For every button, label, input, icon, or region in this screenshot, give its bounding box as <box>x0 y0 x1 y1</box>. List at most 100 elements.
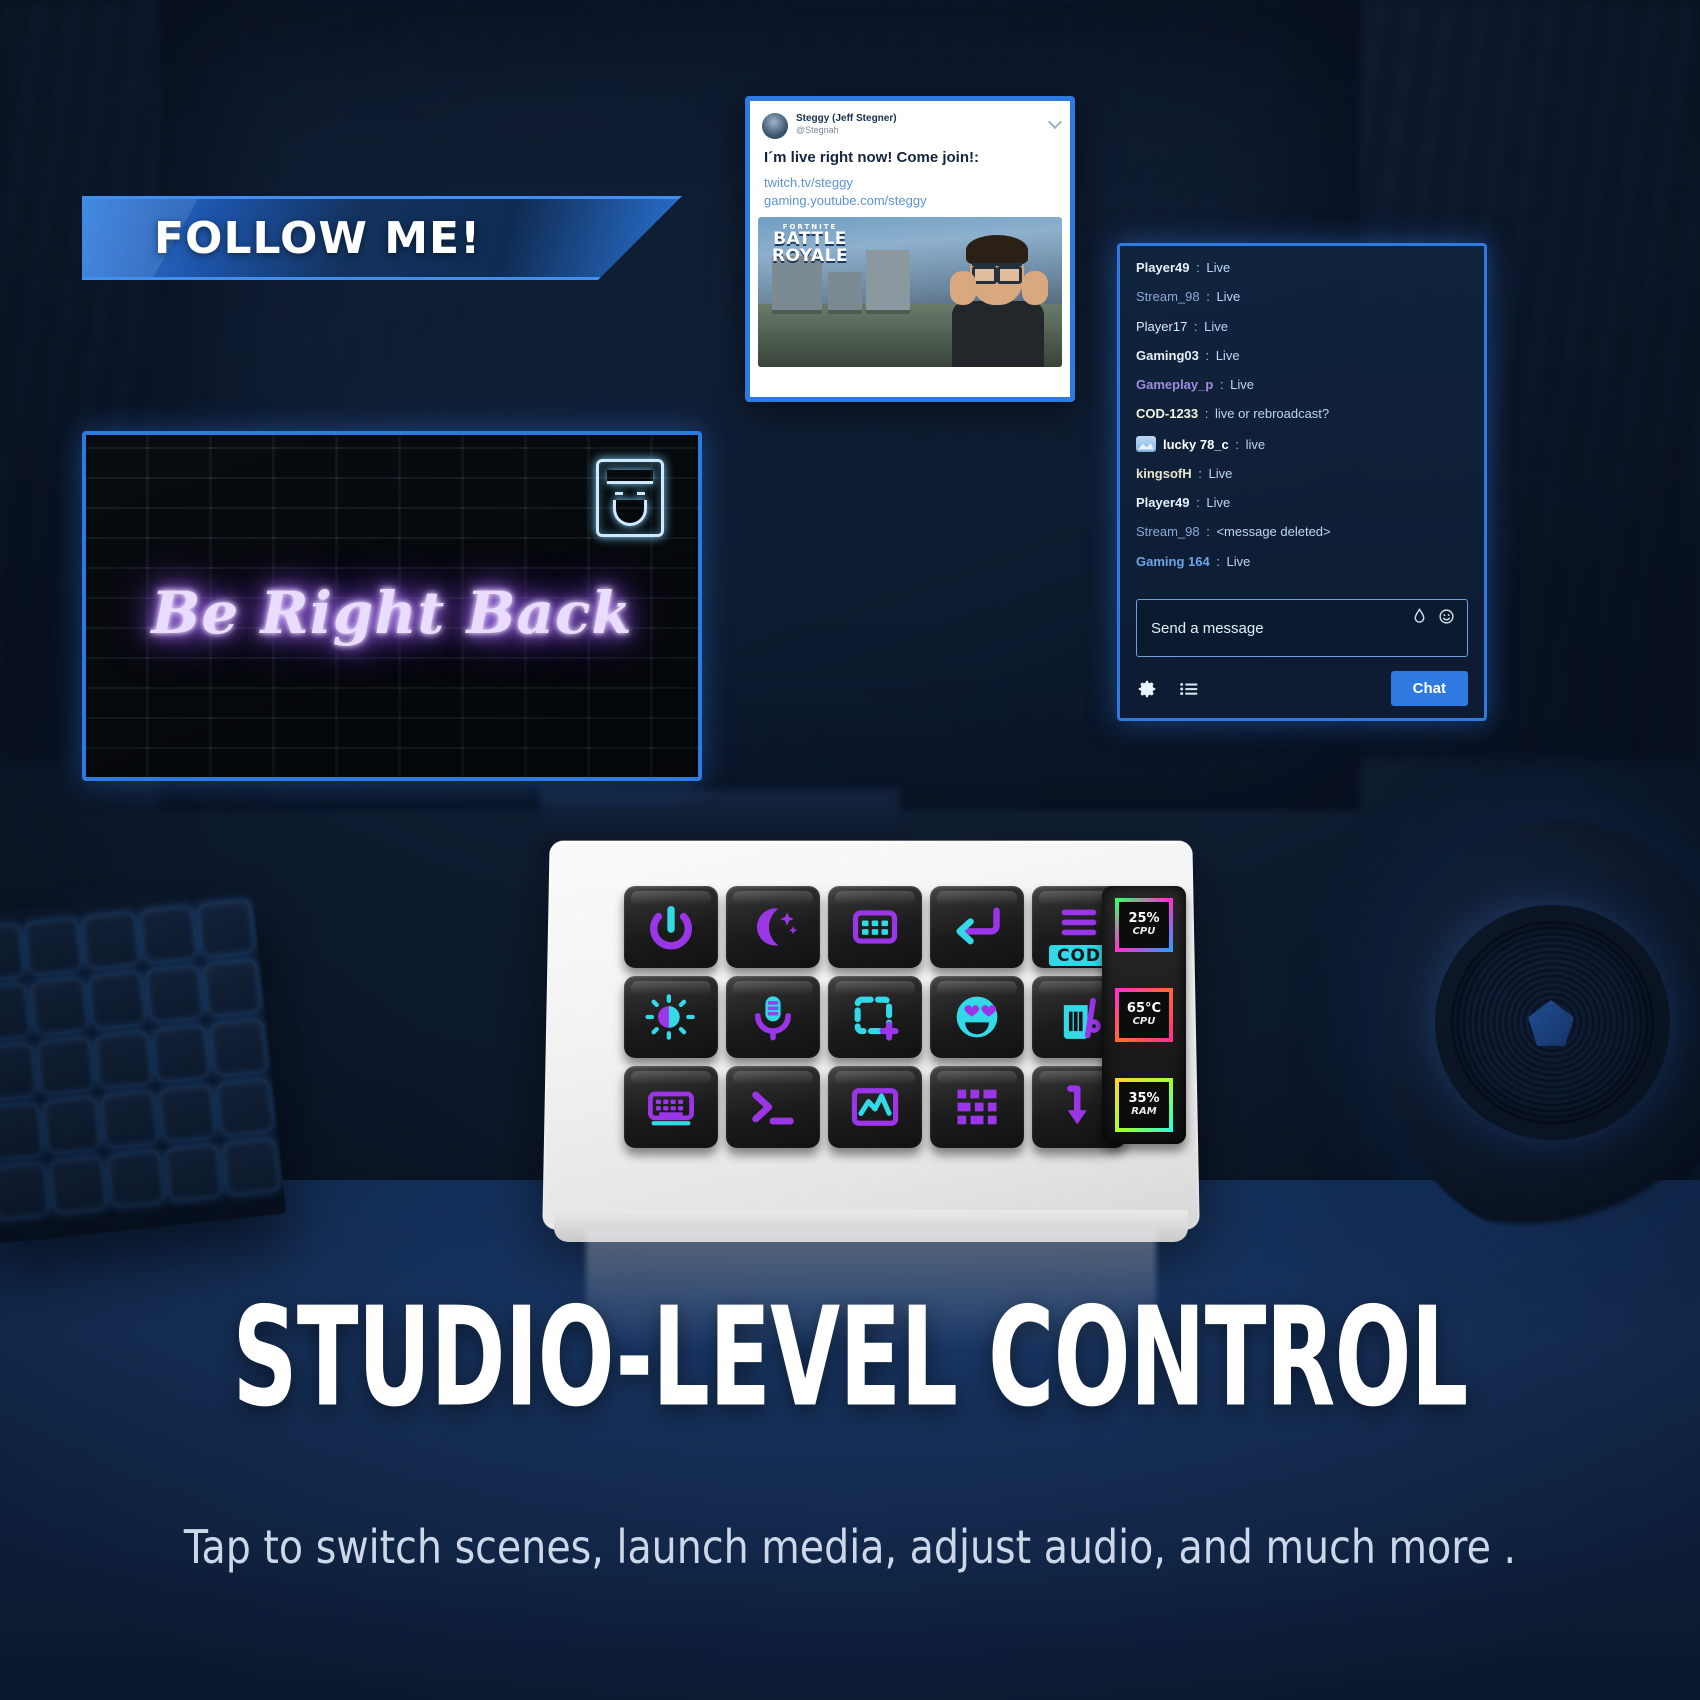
keypad-status-strip[interactable]: 25% CPU 65°C CPU 35% RAM <box>1102 886 1186 1144</box>
chat-separator: : <box>1212 553 1224 569</box>
chat-message-text: Live <box>1215 347 1240 363</box>
pixel-grid-icon <box>957 1089 997 1125</box>
tweet-link-twitch[interactable]: twitch.tv/steggy <box>764 174 1056 192</box>
status-tile-ram-3[interactable]: 35% RAM <box>1115 1078 1173 1132</box>
chat-separator: : <box>1202 289 1214 305</box>
chat-message: Gameplay_p : Live <box>1136 377 1468 393</box>
keypad-key-1[interactable] <box>624 886 718 968</box>
chat-username[interactable]: Player49 <box>1136 495 1190 510</box>
streamer-photo <box>938 227 1058 368</box>
chat-message-text: Live <box>1216 289 1241 305</box>
keypad-key-7[interactable] <box>726 976 820 1058</box>
chat-username[interactable]: Player49 <box>1136 260 1190 275</box>
stream-keypad-device[interactable]: COD 25% CPU 65°C CPU 35% RAM <box>542 838 1200 1350</box>
chat-message: Stream_98 : <message deleted> <box>1136 524 1468 540</box>
chat-username[interactable]: Stream_98 <box>1136 524 1200 539</box>
glasses-icon <box>972 263 1022 285</box>
tweet-display-name: Steggy (Jeff Stegner) <box>796 113 897 124</box>
tweet-handle: @Stegnah <box>796 124 839 135</box>
keypad-key-13[interactable] <box>828 1066 922 1148</box>
keypad-key-4[interactable] <box>930 886 1024 968</box>
chat-input-icon-group <box>1411 608 1455 625</box>
chat-message-text: Live <box>1206 260 1231 275</box>
terminal-icon <box>752 1091 794 1125</box>
moon-sparkle-icon <box>756 908 798 946</box>
chat-message-text: Live <box>1230 377 1255 392</box>
chat-username[interactable]: kingsofH <box>1136 466 1192 481</box>
chat-separator: : <box>1201 347 1213 363</box>
chat-message-list[interactable]: Player49 : Live Stream_98 : Live Player17 … <box>1136 260 1468 599</box>
page-subtitle: Tap to switch scenes, launch media, adju… <box>183 1520 1517 1574</box>
chat-input[interactable]: Send a message <box>1136 599 1468 657</box>
face-hair <box>607 470 653 484</box>
chat-username[interactable]: COD-1233 <box>1136 406 1198 421</box>
power-icon <box>649 905 693 950</box>
tweet-message: I´m live right now! Come join!: <box>764 149 979 166</box>
keypad-key-grid[interactable]: COD <box>624 886 1126 1148</box>
chat-username[interactable]: Gaming03 <box>1136 348 1199 363</box>
face-eye-right <box>637 492 645 495</box>
keypad-key-12[interactable] <box>726 1066 820 1148</box>
keypad-key-14[interactable] <box>930 1066 1024 1148</box>
chat-message-text: Live <box>1226 553 1251 569</box>
chat-separator: : <box>1231 436 1243 452</box>
chat-message-text: Live <box>1208 465 1233 481</box>
chat-username[interactable]: Gaming 164 <box>1136 554 1210 569</box>
follow-me-label: FOLLOW ME! <box>154 212 482 264</box>
chat-message-text: Live <box>1206 495 1231 510</box>
tweet-link-youtube[interactable]: gaming.youtube.com/steggy <box>764 192 1056 210</box>
keypad-key-8[interactable] <box>828 976 922 1058</box>
keypad-key-9[interactable] <box>930 976 1024 1058</box>
person-hand-left <box>950 271 976 306</box>
chevron-down-icon[interactable] <box>1047 114 1063 130</box>
chat-username[interactable]: Gameplay_p <box>1136 377 1213 392</box>
chat-message: Gaming03 : Live <box>1136 348 1468 364</box>
status-tile-cpu-1[interactable]: 25% CPU <box>1115 898 1173 952</box>
keypad-key-label: COD <box>1048 945 1110 966</box>
tweet-media-image[interactable]: FORTNITE BATTLE ROYALE <box>758 217 1062 368</box>
status-tile-border <box>1115 898 1173 952</box>
chat-message: Player17 : Live <box>1136 319 1468 335</box>
chat-separator: : <box>1202 524 1214 540</box>
media-building <box>866 250 910 311</box>
chat-separator: : <box>1190 318 1202 334</box>
chat-toolbar: Chat <box>1136 671 1468 706</box>
keypad-key-3[interactable] <box>828 886 922 968</box>
tweet-card[interactable]: Steggy (Jeff Stegner) @Stegnah I´m live … <box>745 96 1075 402</box>
chat-message: Player49 : Live <box>1136 495 1468 511</box>
chat-username[interactable]: Stream_98 <box>1136 289 1200 304</box>
tweet-header: Steggy (Jeff Stegner) @Stegnah <box>750 101 1070 141</box>
face-beard <box>613 500 647 526</box>
person-body <box>952 301 1044 368</box>
chat-separator: : <box>1201 406 1212 422</box>
list-icon[interactable] <box>1178 678 1200 700</box>
person-hair <box>966 235 1028 266</box>
logo-line-2: ROYALE <box>771 246 849 267</box>
download-arrow-icon <box>1067 1085 1087 1125</box>
chat-message-text: <message deleted> <box>1216 524 1331 540</box>
send-chat-button[interactable]: Chat <box>1390 671 1468 706</box>
chat-message: COD-1233 : live or rebroadcast? <box>1136 406 1468 422</box>
emoji-icon[interactable] <box>1438 608 1455 625</box>
keypad-key-6[interactable] <box>624 976 718 1058</box>
chat-username[interactable]: lucky 78_c <box>1163 437 1229 452</box>
chat-message: Stream_98 : Live <box>1136 289 1468 305</box>
keypad-key-11[interactable] <box>624 1066 718 1148</box>
media-building <box>828 272 862 311</box>
brb-neon-text: Be Right Back <box>151 578 633 647</box>
tweet-links: twitch.tv/steggy gaming.youtube.com/steg… <box>750 168 1070 217</box>
face-eye-left <box>615 492 623 495</box>
chat-panel[interactable]: Player49 : Live Stream_98 : Live Player17 … <box>1117 243 1487 721</box>
trash-icon <box>1063 997 1101 1039</box>
status-tile-cpu-2[interactable]: 65°C CPU <box>1115 988 1173 1042</box>
chat-separator: : <box>1194 465 1206 481</box>
keypad-key-2[interactable] <box>726 886 820 968</box>
keyboard-icon <box>648 1091 694 1126</box>
chart-monitor-icon <box>851 1088 899 1126</box>
chat-username[interactable]: Player17 <box>1136 319 1187 334</box>
gear-icon[interactable] <box>1136 678 1158 700</box>
bits-icon[interactable] <box>1411 608 1428 625</box>
brightness-icon <box>645 994 695 1040</box>
tweet-author: Steggy (Jeff Stegner) @Stegnah <box>796 113 897 135</box>
status-tile-border <box>1115 988 1173 1042</box>
